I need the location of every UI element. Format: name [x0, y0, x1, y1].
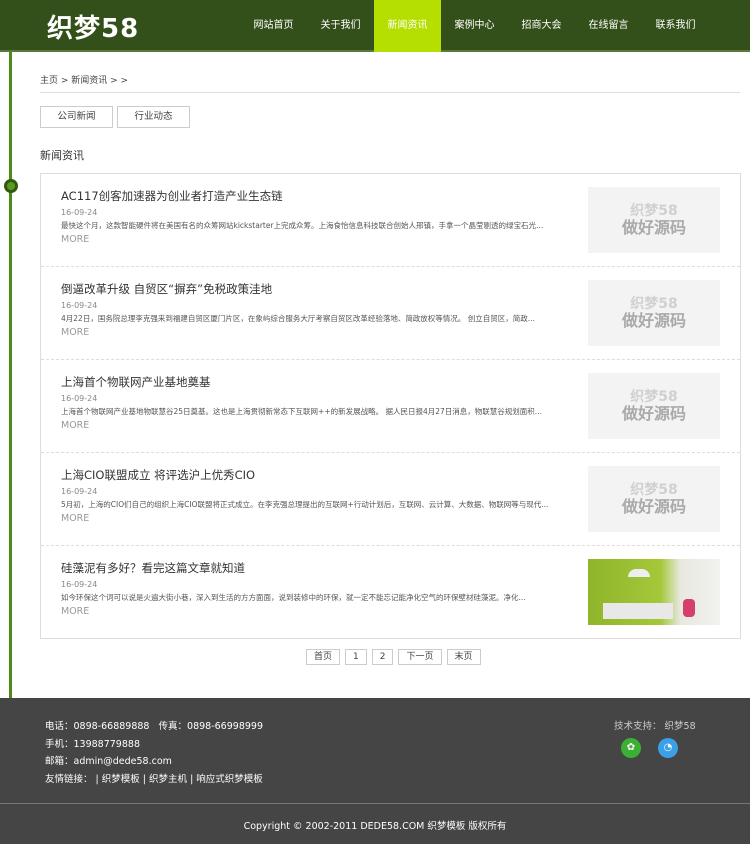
page-2[interactable]: 2 [371, 649, 394, 665]
nav-about[interactable]: 关于我们 [307, 0, 374, 52]
article-title[interactable]: 倒逼改革升级 自贸区“摒弃”免税政策洼地 [61, 281, 272, 297]
page-next[interactable]: 下一页 [398, 649, 442, 665]
article-title[interactable]: 硅藻泥有多好？看完这篇文章就知道 [61, 560, 245, 576]
wechat-icon[interactable]: ✿ [621, 738, 641, 758]
nav-news[interactable]: 新闻资讯 [374, 0, 441, 52]
friend-link[interactable]: 织梦主机 [149, 774, 187, 785]
more-link[interactable]: MORE [61, 327, 89, 338]
main-nav: 网站首页 关于我们 新闻资讯 案例中心 招商大会 在线留言 联系我们 [240, 0, 709, 52]
article-thumbnail[interactable]: 织梦58 做好源码 [588, 373, 720, 439]
tab-industry-news[interactable]: 行业动态 [117, 106, 190, 128]
article-summary: 4月22日，国务院总理李克强来到福建自贸区厦门片区，在象屿综合服务大厅考察自贸区… [61, 314, 535, 323]
article-item[interactable]: 上海CIO联盟成立 将评选沪上优秀CIO 16-09-24 5月初，上海的CIO… [41, 453, 740, 546]
page-first[interactable]: 首页 [306, 649, 341, 665]
article-date: 16-09-24 [61, 580, 98, 589]
article-thumbnail[interactable]: 织梦58 做好源码 [588, 187, 720, 253]
article-date: 16-09-24 [61, 394, 98, 403]
mobile: 手机：13988779888 [45, 738, 140, 750]
pagination: 首页 1 2 下一页 末页 [306, 649, 481, 665]
timeline-bar [9, 52, 12, 698]
article-title[interactable]: 上海首个物联网产业基地奠基 [61, 374, 211, 390]
article-title[interactable]: AC117创客加速器为创业者打造产业生态链 [61, 188, 283, 204]
divider [0, 803, 750, 804]
nav-message[interactable]: 在线留言 [575, 0, 642, 52]
nav-contact[interactable]: 联系我们 [642, 0, 709, 52]
article-summary: 最快这个月，这款智能硬件将在美国有名的众筹网站kickstarter上完成众筹。… [61, 221, 544, 230]
friend-link[interactable]: 织梦模板 [102, 774, 140, 785]
logo[interactable]: 织梦58 [47, 8, 139, 45]
article-thumbnail[interactable]: 织梦58 做好源码 [588, 280, 720, 346]
article-date: 16-09-24 [61, 301, 98, 310]
email: 邮箱：admin@dede58.com [45, 756, 172, 767]
article-item[interactable]: 硅藻泥有多好？看完这篇文章就知道 16-09-24 如今环保这个词可以说是火遍大… [41, 546, 740, 639]
fax: 传真：0898-66998999 [158, 721, 263, 732]
footer-contact: 电话：0898-66889888 传真：0898-66998999 手机：139… [45, 721, 263, 785]
breadcrumb: 主页 > 新闻资讯 > > [40, 76, 129, 86]
timeline-dot [4, 179, 18, 193]
tab-company-news[interactable]: 公司新闻 [40, 106, 113, 128]
nav-home[interactable]: 网站首页 [240, 0, 307, 52]
more-link[interactable]: MORE [61, 234, 89, 245]
article-item[interactable]: 倒逼改革升级 自贸区“摒弃”免税政策洼地 16-09-24 4月22日，国务院总… [41, 267, 740, 360]
article-thumbnail[interactable] [588, 559, 720, 625]
friend-link[interactable]: 响应式织梦模板 [196, 774, 263, 785]
article-thumbnail[interactable]: 织梦58 做好源码 [588, 466, 720, 532]
footer: 电话：0898-66889888 传真：0898-66998999 手机：139… [0, 698, 750, 844]
phone: 电话：0898-66889888 [45, 721, 150, 732]
article-summary: 如今环保这个词可以说是火遍大街小巷，深入到生活的方方面面，说到装修中的环保，就一… [61, 593, 526, 602]
nav-cases[interactable]: 案例中心 [441, 0, 508, 52]
tech-support: 技术支持： 织梦58 [614, 721, 696, 732]
article-summary: 上海首个物联网产业基地物联慧谷25日奠基。这也是上海贯彻新常态下互联网++的新发… [61, 407, 542, 416]
article-item[interactable]: 上海首个物联网产业基地奠基 16-09-24 上海首个物联网产业基地物联慧谷25… [41, 360, 740, 453]
section-title: 新闻资讯 [40, 149, 84, 162]
header: 织梦58 网站首页 关于我们 新闻资讯 案例中心 招商大会 在线留言 联系我们 [0, 0, 750, 52]
page-1[interactable]: 1 [345, 649, 367, 665]
more-link[interactable]: MORE [61, 606, 89, 617]
article-date: 16-09-24 [61, 208, 98, 217]
links-label: 友情链接： [45, 773, 93, 785]
divider [40, 92, 740, 93]
article-title[interactable]: 上海CIO联盟成立 将评选沪上优秀CIO [61, 467, 255, 483]
page-last[interactable]: 末页 [446, 649, 481, 665]
weibo-icon[interactable]: ◔ [658, 738, 678, 758]
nav-investment[interactable]: 招商大会 [508, 0, 575, 52]
article-date: 16-09-24 [61, 487, 98, 496]
category-tabs: 公司新闻 行业动态 [40, 106, 190, 128]
more-link[interactable]: MORE [61, 513, 89, 524]
copyright: Copyright © 2002-2011 DEDE58.COM 织梦模板 版权… [243, 821, 507, 832]
article-list: AC117创客加速器为创业者打造产业生态链 16-09-24 最快这个月，这款智… [40, 173, 741, 639]
article-item[interactable]: AC117创客加速器为创业者打造产业生态链 16-09-24 最快这个月，这款智… [41, 174, 740, 267]
more-link[interactable]: MORE [61, 420, 89, 431]
article-summary: 5月初，上海的CIO们自己的组织上海CIO联盟将正式成立。在李克强总理提出的互联… [61, 500, 549, 509]
